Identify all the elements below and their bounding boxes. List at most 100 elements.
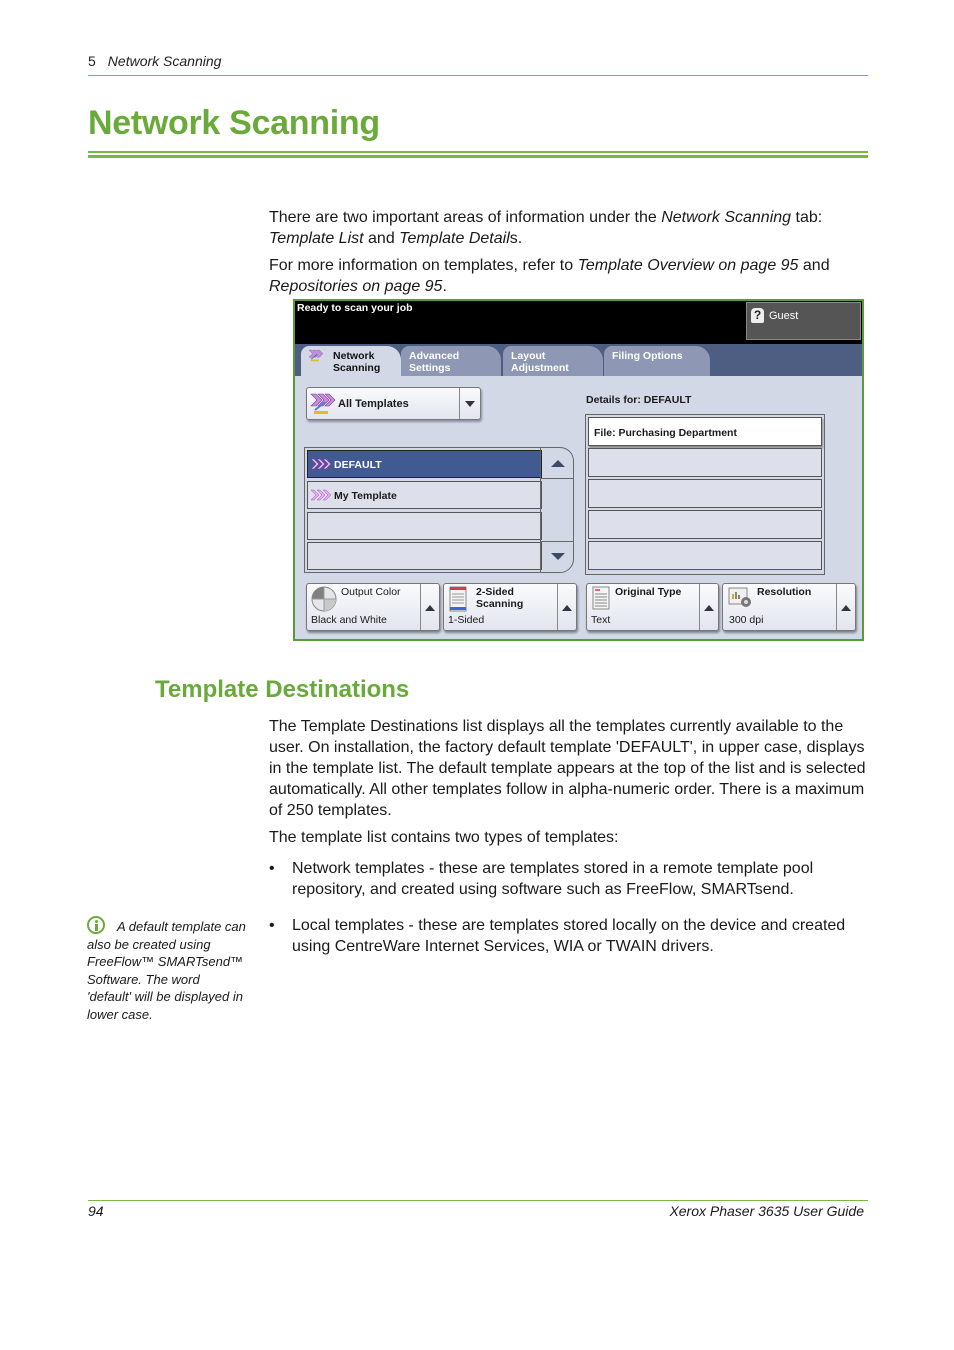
text: For more information on templates, refer… [269, 257, 578, 274]
text: tab: [791, 209, 823, 226]
chevron-up-icon[interactable] [704, 605, 714, 611]
original-type-button[interactable]: Original Type Text [586, 583, 719, 631]
chapter-title: Network Scanning [107, 53, 222, 69]
side-note: A default template can also be created u… [87, 916, 247, 1023]
ui-guest-button[interactable]: ? Guest [746, 302, 861, 340]
chevron-up-icon[interactable] [562, 605, 572, 611]
tab-label: Scanning [333, 362, 381, 374]
device-ui-screenshot: Ready to scan your job ? Guest Network S… [293, 299, 864, 641]
guide-title: Xerox Phaser 3635 User Guide [669, 1203, 864, 1219]
help-icon: ? [751, 308, 764, 323]
details-row[interactable] [588, 541, 822, 570]
template-filter-dropdown[interactable]: All Templates [306, 387, 481, 420]
header-rule [88, 75, 868, 76]
dropdown-selected-value: All Templates [338, 398, 409, 410]
details-row[interactable] [588, 510, 822, 539]
details-row[interactable]: File: Purchasing Department [588, 417, 822, 446]
emphasis: Template Detail [399, 230, 510, 247]
divider [541, 478, 573, 479]
original-type-icon [591, 586, 611, 613]
feature-value: Text [591, 614, 611, 626]
template-list: DEFAULT My Template [304, 447, 574, 573]
tab-filing-options[interactable]: Filing Options [604, 346, 710, 376]
cross-reference-link[interactable]: Repositories on page 95 [269, 278, 442, 295]
text: and [363, 230, 400, 247]
tab-label: Layout [511, 350, 546, 362]
templates-icon [310, 392, 336, 421]
template-chevron-icon [310, 458, 332, 473]
template-list-item[interactable]: DEFAULT [307, 450, 542, 478]
text: . [442, 278, 447, 295]
bullet-glyph: • [269, 860, 275, 877]
tab-label: Filing Options [612, 350, 683, 362]
intro-paragraph-2: For more information on templates, refer… [269, 255, 869, 297]
details-row[interactable] [588, 448, 822, 477]
feature-value: 300 dpi [729, 614, 764, 626]
details-row[interactable] [588, 479, 822, 508]
bullet-text: Local templates - these are templates st… [292, 917, 846, 955]
chevron-down-icon[interactable] [465, 401, 475, 407]
divider [541, 541, 573, 542]
two-sided-icon [448, 586, 468, 615]
network-scan-icon [305, 349, 327, 366]
template-details-list: File: Purchasing Department [585, 414, 825, 575]
title-rule-top [88, 151, 868, 153]
divider [459, 388, 460, 419]
page-title: Network Scanning [88, 104, 380, 142]
ui-status-message: Ready to scan your job [297, 302, 413, 314]
scroll-up-icon[interactable] [551, 460, 565, 467]
output-color-icon [311, 586, 337, 615]
text: There are two important areas of informa… [269, 209, 662, 226]
tab-label: Network [333, 350, 375, 362]
scrollbar-track [540, 448, 541, 572]
bullet-glyph: • [269, 917, 275, 934]
ui-status-bar: Ready to scan your job ? Guest [295, 301, 862, 344]
cross-reference-link[interactable]: Template Overview on page 95 [578, 257, 799, 274]
divider [420, 584, 421, 630]
details-value: File: Purchasing Department [594, 427, 737, 439]
tab-label: Settings [409, 362, 451, 374]
ui-tab-bar: Network Scanning Advanced Settings Layou… [295, 344, 862, 376]
feature-title-line: Scanning [476, 598, 524, 610]
text: s. [509, 230, 523, 247]
tab-network-scanning[interactable]: Network Scanning [301, 346, 401, 376]
scroll-down-icon[interactable] [551, 553, 565, 560]
template-chevron-icon [310, 489, 332, 504]
template-list-item[interactable]: My Template [307, 481, 542, 509]
output-color-button[interactable]: Output Color Black and White [306, 583, 440, 631]
feature-title: 2-Sided Scanning [476, 586, 523, 610]
template-list-item[interactable] [307, 542, 542, 570]
title-rule-bottom [88, 155, 868, 158]
ui-guest-label: Guest [769, 310, 799, 322]
tab-label: Advanced [409, 350, 460, 362]
feature-value: Black and White [311, 614, 387, 626]
bullet-text: Network templates - these are templates … [292, 860, 814, 898]
chapter-number: 5 [88, 53, 96, 69]
section-title: Template Destinations [155, 676, 410, 703]
section-paragraph-1: The Template Destinations list displays … [269, 718, 866, 819]
resolution-button[interactable]: Resolution 300 dpi [722, 583, 856, 631]
details-label: Details for: DEFAULT [586, 394, 692, 406]
template-name: DEFAULT [334, 459, 382, 471]
running-header: 5 Network Scanning [88, 53, 221, 69]
feature-title: Output Color [341, 586, 401, 598]
two-sided-scanning-button[interactable]: 2-Sided Scanning 1-Sided [443, 583, 577, 631]
note-text: A default template can also be created u… [87, 919, 246, 1022]
resolution-icon [727, 586, 755, 613]
page-number: 94 [88, 1203, 104, 1219]
emphasis: Template List [269, 230, 364, 247]
footer-rule [88, 1200, 868, 1201]
tab-advanced-settings[interactable]: Advanced Settings [401, 346, 501, 376]
tab-label: Adjustment [511, 362, 569, 374]
chevron-up-icon[interactable] [425, 605, 435, 611]
feature-title: Resolution [757, 586, 812, 598]
emphasis: Network Scanning [661, 209, 792, 226]
text: and [798, 257, 830, 274]
feature-title-line: 2-Sided [476, 586, 514, 598]
info-icon [87, 916, 105, 934]
divider [699, 584, 700, 630]
tab-layout-adjustment[interactable]: Layout Adjustment [503, 346, 603, 376]
divider [557, 584, 558, 630]
chevron-up-icon[interactable] [841, 605, 851, 611]
template-list-item[interactable] [307, 512, 542, 540]
